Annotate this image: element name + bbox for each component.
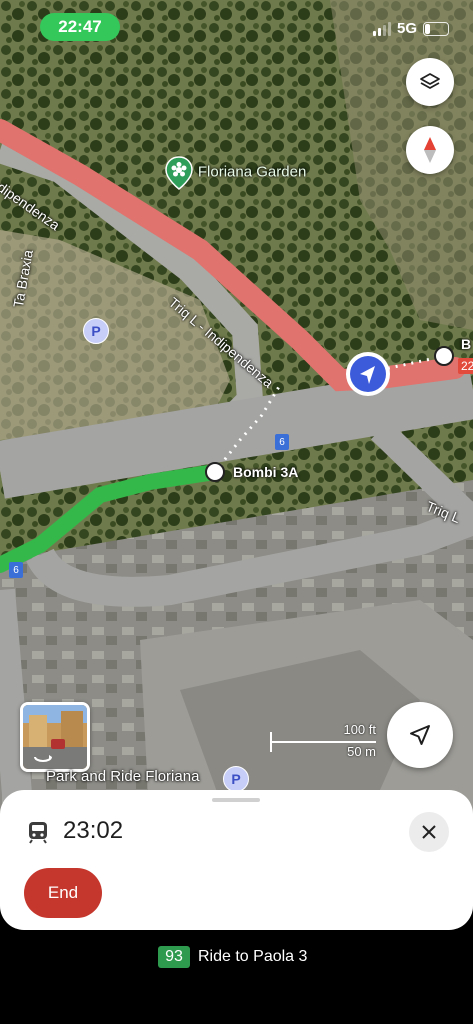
scale-meters: 50 m (347, 744, 376, 759)
route-badge-edge: 22 (458, 358, 473, 374)
poi-floriana-garden[interactable]: Floriana Garden (164, 156, 306, 190)
parking-lot-label[interactable]: Park and Ride Floriana (46, 768, 199, 785)
trip-sheet: 23:02 End (0, 790, 473, 930)
navigation-arrow-icon (410, 725, 430, 745)
garden-pin-icon (165, 156, 193, 190)
route-number-badge: 93 (158, 946, 190, 968)
stop-edge-label: B (461, 336, 472, 352)
parking-marker[interactable]: P (83, 318, 109, 344)
close-button[interactable] (409, 812, 449, 852)
sheet-handle[interactable] (212, 798, 260, 802)
recenter-button[interactable] (387, 702, 453, 768)
road-shield: 6 (9, 562, 23, 578)
bottom-info-bar: 93 Ride to Paola 3 (0, 930, 473, 1024)
end-button[interactable]: End (24, 868, 102, 918)
parking-marker[interactable]: P (223, 766, 249, 792)
road-shield: 6 (275, 434, 289, 450)
map-scale: 100 ft 50 m (270, 722, 376, 762)
map-view[interactable]: 22:47 5G Floriana Garden Indipendenza Tr… (0, 0, 473, 830)
layers-icon (420, 73, 440, 89)
network-type: 5G (396, 20, 417, 37)
street-view-image (23, 705, 87, 769)
battery-icon (423, 21, 449, 36)
scale-feet: 100 ft (343, 722, 376, 737)
train-icon (29, 822, 47, 844)
close-icon (422, 825, 436, 839)
signal-icon (372, 21, 391, 36)
status-bar-right: 5G (372, 20, 449, 37)
compass-button[interactable] (406, 126, 454, 174)
street-view-thumbnail[interactable] (20, 702, 90, 772)
compass-icon (424, 137, 436, 163)
eta-time: 23:02 (63, 817, 124, 844)
ride-instruction: Ride to Paola 3 (198, 948, 308, 965)
layers-button[interactable] (406, 58, 454, 106)
poi-name: Floriana Garden (197, 163, 307, 181)
status-time-pill: 22:47 (40, 13, 120, 41)
stop-label[interactable]: Bombi 3A (233, 464, 298, 480)
